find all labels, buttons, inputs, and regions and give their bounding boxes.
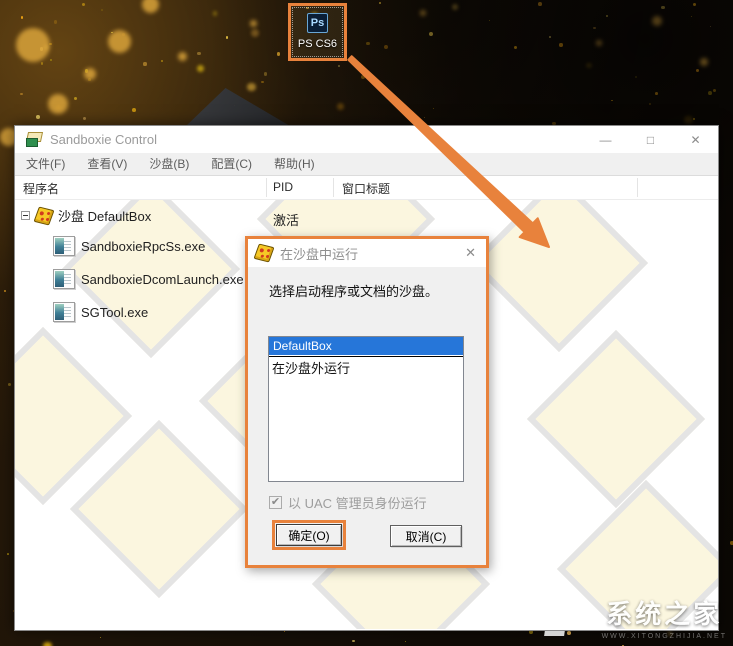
column-separator <box>266 178 267 197</box>
photoshop-logo-icon: Ps <box>307 13 328 33</box>
tree-item-process[interactable]: SGTool.exe <box>53 302 148 322</box>
listbox-separator <box>269 356 463 357</box>
tree-root-sandbox-defaultbox[interactable]: 沙盘 DefaultBox <box>21 206 151 225</box>
minimize-button[interactable]: — <box>583 126 628 153</box>
window-titlebar[interactable]: Sandboxie Control — □ ✕ <box>15 126 718 153</box>
maximize-button[interactable]: □ <box>628 126 673 153</box>
dialog-titlebar[interactable]: 在沙盘中运行 ✕ <box>248 239 486 267</box>
list-column-header: 程序名 PID 窗口标题 <box>15 176 718 200</box>
sandbox-listbox[interactable]: DefaultBox 在沙盘外运行 <box>268 336 464 482</box>
process-name: SandboxieDcomLaunch.exe <box>81 271 244 287</box>
menu-file[interactable]: 文件(F) <box>15 153 76 176</box>
column-separator <box>333 178 334 197</box>
sandbox-icon <box>253 243 275 263</box>
menu-help[interactable]: 帮助(H) <box>263 153 326 176</box>
diamond-watermark <box>469 200 649 353</box>
site-logo-icon <box>539 595 588 636</box>
process-icon <box>53 236 75 256</box>
run-in-sandbox-dialog: 在沙盘中运行 ✕ 选择启动程序或文档的沙盘。 DefaultBox 在沙盘外运行… <box>245 236 489 568</box>
column-pid[interactable]: PID <box>273 180 293 194</box>
watermark-site-url: WWW.XITONGZHIJIA.NET <box>601 633 727 640</box>
column-program-name[interactable]: 程序名 <box>23 180 59 197</box>
tree-item-process[interactable]: SandboxieDcomLaunch.exe <box>53 269 244 289</box>
menu-view[interactable]: 查看(V) <box>76 153 138 176</box>
process-icon <box>53 302 75 322</box>
column-window-title[interactable]: 窗口标题 <box>342 180 390 197</box>
tree-item-process[interactable]: SandboxieRpcSs.exe <box>53 236 205 256</box>
dialog-prompt-text: 选择启动程序或文档的沙盘。 <box>269 284 439 299</box>
uac-checkbox-row[interactable]: ✔ 以 UAC 管理员身份运行 <box>269 493 427 512</box>
menu-configure[interactable]: 配置(C) <box>200 153 263 176</box>
uac-checkbox-label: 以 UAC 管理员身份运行 <box>288 496 427 511</box>
window-title: Sandboxie Control <box>50 132 157 147</box>
sandbox-status: 激活 <box>273 213 300 228</box>
process-name: SGTool.exe <box>81 304 149 320</box>
process-name: SandboxieRpcSs.exe <box>81 238 206 254</box>
diamond-watermark <box>526 329 706 509</box>
uac-checkbox[interactable]: ✔ <box>269 496 282 509</box>
site-watermark: 系统之家 WWW.XITONGZHIJIA.NET <box>538 594 727 640</box>
menubar: 文件(F) 查看(V) 沙盘(B) 配置(C) 帮助(H) <box>15 153 718 176</box>
sandbox-icon <box>33 206 55 225</box>
sandboxie-app-icon <box>25 132 44 147</box>
watermark-colon-dots <box>593 610 598 624</box>
watermark-site-name: 系统之家 <box>606 599 723 629</box>
desktop: Ps PS CS6 Sandboxie Control — □ ✕ 文件(F) … <box>0 0 733 646</box>
ps-icon-label: PS CS6 <box>297 38 338 50</box>
dialog-close-icon[interactable]: ✕ <box>465 239 476 267</box>
menu-sandbox[interactable]: 沙盘(B) <box>138 153 200 176</box>
listbox-item[interactable]: 在沙盘外运行 <box>269 359 463 378</box>
process-icon <box>53 269 75 289</box>
tree-collapse-icon[interactable] <box>21 211 30 220</box>
close-button[interactable]: ✕ <box>673 126 718 153</box>
tree-root-label: 沙盘 DefaultBox <box>58 209 152 224</box>
ok-button[interactable]: 确定(O) <box>276 524 342 546</box>
cancel-button[interactable]: 取消(C) <box>390 525 462 547</box>
listbox-item-selected[interactable]: DefaultBox <box>269 337 463 355</box>
dialog-title: 在沙盘中运行 <box>280 246 359 262</box>
ps-cs6-desktop-icon[interactable]: Ps PS CS6 <box>288 3 347 61</box>
column-separator <box>637 178 638 197</box>
